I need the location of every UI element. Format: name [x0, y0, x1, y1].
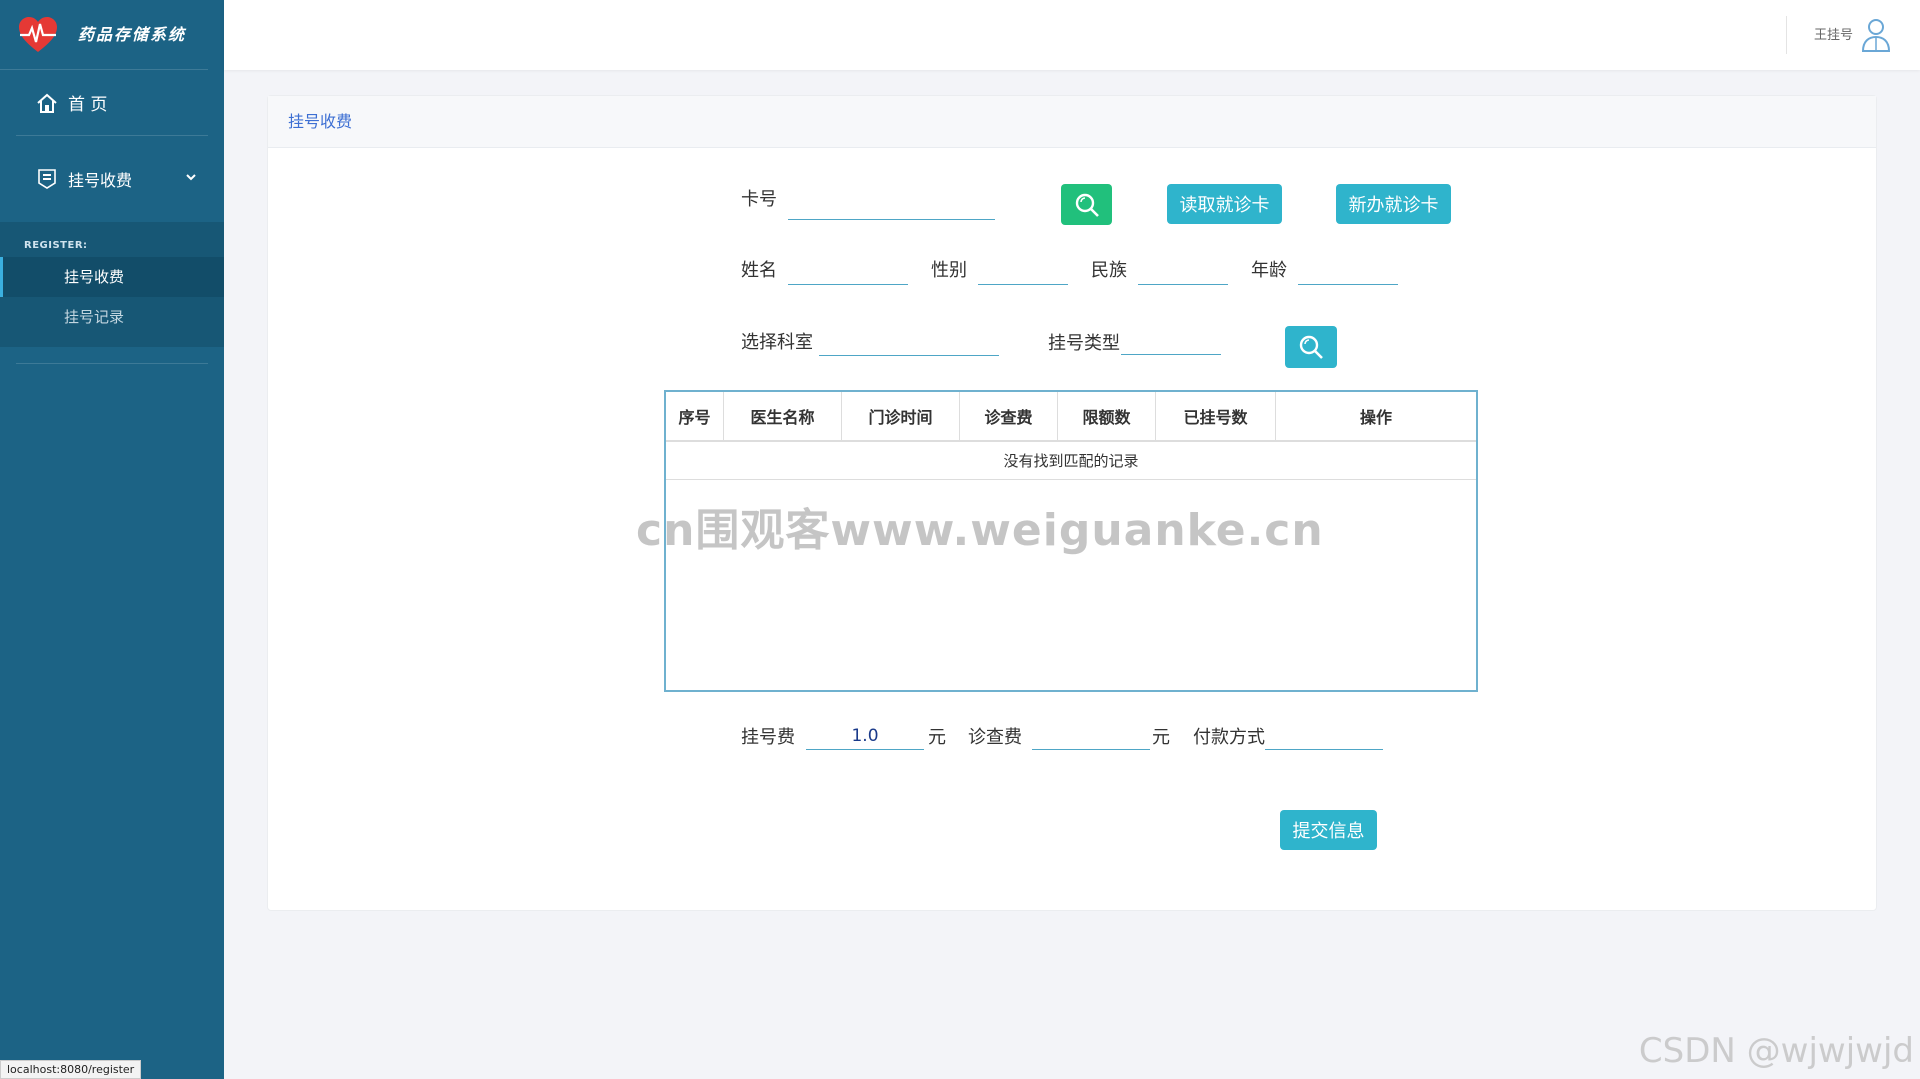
sidebar-divider: [16, 363, 208, 364]
user-avatar-icon[interactable]: [1860, 17, 1892, 53]
new-card-button[interactable]: 新办就诊卡: [1336, 184, 1451, 224]
department-label: 选择科室: [741, 332, 813, 353]
column-header[interactable]: 操作: [1276, 392, 1476, 440]
nav-home-label: 首 页: [68, 95, 108, 115]
ethnicity-input[interactable]: [1138, 259, 1228, 285]
read-card-button[interactable]: 读取就诊卡: [1167, 184, 1282, 224]
registration-type-label: 挂号类型: [1048, 333, 1120, 354]
column-header[interactable]: 限额数: [1058, 392, 1156, 440]
submit-button[interactable]: 提交信息: [1280, 810, 1377, 850]
name-label: 姓名: [741, 260, 777, 281]
submenu-item-register-fee[interactable]: 挂号收费: [0, 257, 224, 297]
card-number-label: 卡号: [741, 189, 777, 210]
age-input[interactable]: [1298, 259, 1398, 285]
csdn-watermark: CSDN @wjwjwjd: [1638, 1031, 1914, 1071]
card-number-input[interactable]: [788, 194, 995, 220]
doctor-search-button[interactable]: [1285, 326, 1337, 368]
brand-title: 药品存储系统: [77, 24, 186, 44]
card-title: 挂号收费: [268, 96, 1876, 148]
registration-type-select[interactable]: [1121, 329, 1221, 355]
search-icon: [1299, 335, 1323, 359]
column-header[interactable]: 诊查费: [960, 392, 1058, 440]
department-select[interactable]: [819, 330, 999, 356]
exam-fee-input[interactable]: [1032, 722, 1150, 750]
payment-method-label: 付款方式: [1193, 727, 1265, 748]
table-empty-message: 没有找到匹配的记录: [666, 442, 1476, 480]
table-header: 序号 医生名称 门诊时间 诊查费 限额数 已挂号数 操作: [666, 392, 1476, 442]
column-header[interactable]: 门诊时间: [842, 392, 960, 440]
submenu-section-label: REGISTER:: [24, 240, 88, 251]
top-separator: [1786, 16, 1787, 54]
age-label: 年龄: [1251, 260, 1287, 281]
exam-fee-label: 诊查费: [968, 727, 1022, 748]
nav-registration-label: 挂号收费: [68, 171, 133, 190]
registration-fee-input[interactable]: [806, 722, 924, 750]
user-name[interactable]: 王挂号: [1814, 24, 1853, 43]
brand: 药品存储系统: [0, 0, 208, 70]
heart-pulse-logo-icon: [16, 13, 60, 57]
status-bar-url: localhost:8080/register: [0, 1060, 142, 1079]
registration-submenu: REGISTER: 挂号收费 挂号记录: [0, 222, 224, 347]
top-bar: 王挂号: [224, 0, 1920, 70]
column-header[interactable]: 序号: [666, 392, 724, 440]
search-icon: [1075, 193, 1099, 217]
home-icon: [36, 92, 58, 114]
ethnicity-label: 民族: [1091, 260, 1127, 281]
watermark-text: cn围观客www.weiguanke.cn: [636, 505, 1324, 556]
registration-fee-label: 挂号费: [741, 727, 795, 748]
column-header[interactable]: 已挂号数: [1156, 392, 1276, 440]
yuan-label: 元: [1152, 727, 1170, 748]
sidebar: 药品存储系统 首 页 挂号收费 REGISTER: 挂号收费 挂号记录 loca…: [0, 0, 224, 1079]
register-icon: [36, 168, 58, 190]
yuan-label: 元: [928, 727, 946, 748]
submenu-item-register-records[interactable]: 挂号记录: [0, 297, 224, 337]
gender-input[interactable]: [978, 259, 1068, 285]
nav-home[interactable]: 首 页: [16, 70, 208, 136]
column-header[interactable]: 医生名称: [724, 392, 842, 440]
payment-method-select[interactable]: [1265, 722, 1383, 750]
gender-label: 性别: [931, 260, 967, 281]
nav-registration[interactable]: 挂号收费: [0, 136, 224, 222]
card-search-button[interactable]: [1061, 184, 1112, 225]
name-input[interactable]: [788, 259, 908, 285]
chevron-down-icon: [184, 169, 198, 183]
